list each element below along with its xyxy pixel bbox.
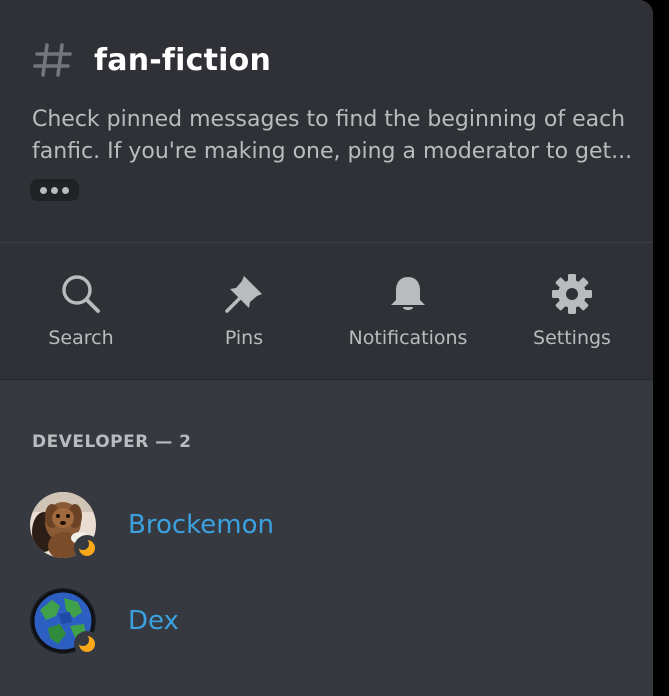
member-name: Brockemon — [128, 510, 274, 540]
topic-line: fanfic. If you're making one, ping a mod… — [32, 139, 632, 164]
pins-label: Pins — [224, 327, 264, 349]
search-icon — [59, 272, 103, 316]
hash-icon — [32, 39, 74, 81]
pin-icon — [222, 272, 266, 316]
channel-header: fan-fiction Check pinned messages to fin… — [0, 0, 653, 242]
topic-line: Check pinned messages to find the beginn… — [32, 107, 626, 132]
search-button[interactable]: Search — [11, 243, 151, 379]
dot-icon — [62, 186, 69, 194]
avatar-wrap — [30, 588, 100, 657]
dot-icon — [40, 186, 47, 194]
channel-title-row: fan-fiction — [32, 36, 271, 84]
member-group-header: DEVELOPER — 2 — [32, 432, 192, 452]
channel-name: fan-fiction — [94, 42, 272, 78]
dot-icon — [51, 186, 58, 194]
notifications-button[interactable]: Notifications — [338, 243, 478, 379]
channel-topic[interactable]: Check pinned messages to find the beginn… — [32, 104, 632, 168]
search-label: Search — [48, 327, 114, 349]
member-item-brockemon[interactable]: Brockemon — [30, 490, 630, 561]
settings-button[interactable]: Settings — [502, 243, 642, 379]
pins-button[interactable]: Pins — [174, 243, 314, 379]
bell-icon — [386, 272, 430, 316]
expand-topic-button[interactable] — [30, 179, 79, 201]
idle-status-icon — [74, 631, 100, 657]
member-name: Dex — [128, 606, 179, 636]
channel-info-panel: fan-fiction Check pinned messages to fin… — [0, 0, 653, 696]
settings-label: Settings — [533, 327, 611, 349]
avatar-wrap — [30, 492, 100, 561]
notifications-label: Notifications — [348, 327, 468, 349]
channel-actions-bar: Search Pins Notifications Settings — [0, 243, 653, 380]
idle-status-icon — [74, 535, 100, 561]
gear-icon — [550, 272, 594, 316]
member-item-dex[interactable]: Dex — [30, 586, 630, 657]
